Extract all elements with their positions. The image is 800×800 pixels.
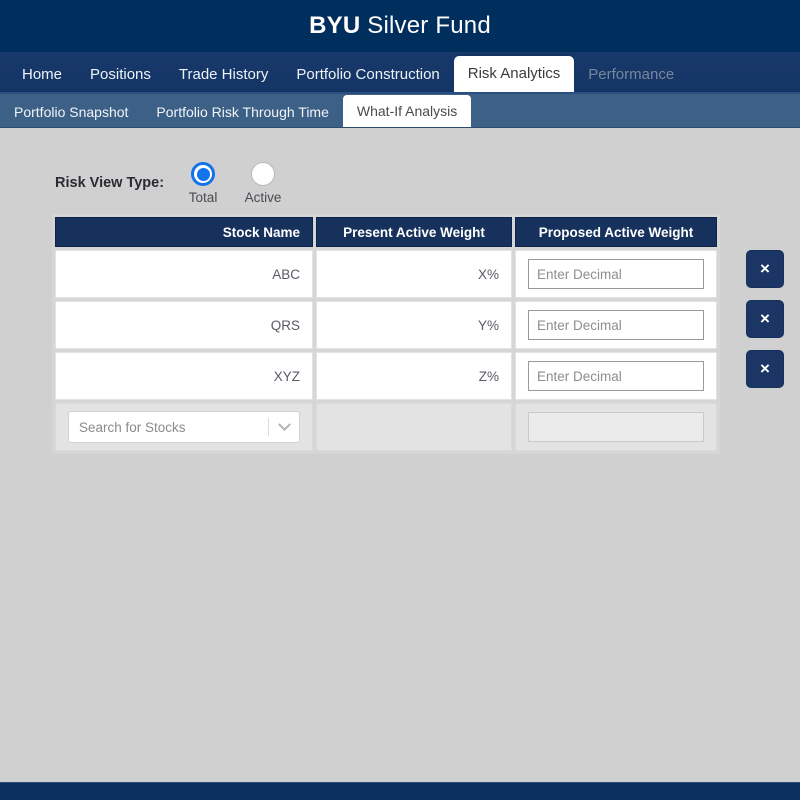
page-title: BYU Silver Fund xyxy=(309,12,491,40)
stock-search-select[interactable]: Search for Stocks xyxy=(68,411,300,443)
subnav-tab-portfolio-risk-through-time[interactable]: Portfolio Risk Through Time xyxy=(142,97,342,127)
main-content: Risk View Type: Total Active Stock Name … xyxy=(0,128,800,782)
cell-proposed-weight-1 xyxy=(515,250,717,298)
proposed-weight-input-1[interactable] xyxy=(528,259,704,289)
brand-silver-fund: Silver Fund xyxy=(367,12,491,39)
cell-proposed-weight-2 xyxy=(515,301,717,349)
cell-present-weight-1: X% xyxy=(316,250,512,298)
nav-tab-risk-analytics[interactable]: Risk Analytics xyxy=(453,56,575,92)
app-header: BYU Silver Fund xyxy=(0,0,800,52)
main-navigation: Home Positions Trade History Portfolio C… xyxy=(0,52,800,94)
sub-navigation: Portfolio Snapshot Portfolio Risk Throug… xyxy=(0,94,800,128)
delete-row-button-2[interactable]: × xyxy=(746,300,784,338)
cell-present-weight-3: Z% xyxy=(316,352,512,400)
column-header-proposed-active-weight[interactable]: Proposed Active Weight xyxy=(515,217,717,247)
table-header: Stock Name Present Active Weight Propose… xyxy=(55,217,717,247)
table-body: ABC X% QRS Y% XYZ Z% xyxy=(55,250,717,451)
brand-byu: BYU xyxy=(309,12,361,39)
chevron-down-icon[interactable] xyxy=(269,412,299,442)
risk-view-type-control: Risk View Type: Total Active xyxy=(0,162,800,214)
column-header-stock-name[interactable]: Stock Name xyxy=(55,217,313,247)
risk-view-radio-group: Total Active xyxy=(180,162,286,205)
radio-option-active[interactable]: Active xyxy=(240,162,286,205)
what-if-table: Stock Name Present Active Weight Propose… xyxy=(52,214,720,454)
radio-label-total: Total xyxy=(188,190,218,205)
radio-button-total[interactable] xyxy=(191,162,216,186)
table-row: QRS Y% xyxy=(55,301,717,349)
proposed-weight-input-3[interactable] xyxy=(528,361,704,391)
cell-stock-name-1: ABC xyxy=(55,250,313,298)
radio-label-active: Active xyxy=(244,190,282,205)
radio-button-active[interactable] xyxy=(251,162,276,186)
stock-search-placeholder: Search for Stocks xyxy=(79,419,186,435)
cell-proposed-weight-3 xyxy=(515,352,717,400)
cell-present-weight-2: Y% xyxy=(316,301,512,349)
table-add-row: Search for Stocks xyxy=(55,403,717,451)
delete-row-button-3[interactable]: × xyxy=(746,350,784,388)
cell-stock-name-2: QRS xyxy=(55,301,313,349)
nav-tab-trade-history[interactable]: Trade History xyxy=(165,58,282,92)
cell-stock-search: Search for Stocks xyxy=(55,403,313,451)
nav-tab-portfolio-construction[interactable]: Portfolio Construction xyxy=(282,58,453,92)
proposed-weight-input-disabled xyxy=(528,412,704,442)
table-row: XYZ Z% xyxy=(55,352,717,400)
delete-buttons-column: × × × xyxy=(746,250,784,400)
cell-proposed-weight-empty xyxy=(515,403,717,451)
subnav-tab-what-if-analysis[interactable]: What-If Analysis xyxy=(342,95,472,127)
what-if-table-container: Stock Name Present Active Weight Propose… xyxy=(52,214,784,454)
footer-bar xyxy=(0,782,800,800)
risk-view-type-label: Risk View Type: xyxy=(55,175,165,191)
cell-present-weight-empty xyxy=(316,403,512,451)
column-header-present-active-weight[interactable]: Present Active Weight xyxy=(316,217,512,247)
table-row: ABC X% xyxy=(55,250,717,298)
nav-tab-performance: Performance xyxy=(588,66,675,83)
table-header-row: Stock Name Present Active Weight Propose… xyxy=(55,217,717,247)
cell-stock-name-3: XYZ xyxy=(55,352,313,400)
subnav-tab-portfolio-snapshot[interactable]: Portfolio Snapshot xyxy=(0,97,142,127)
radio-option-total[interactable]: Total xyxy=(180,162,226,205)
delete-row-button-1[interactable]: × xyxy=(746,250,784,288)
nav-tab-positions[interactable]: Positions xyxy=(76,58,165,92)
nav-tab-home[interactable]: Home xyxy=(8,58,76,92)
proposed-weight-input-2[interactable] xyxy=(528,310,704,340)
